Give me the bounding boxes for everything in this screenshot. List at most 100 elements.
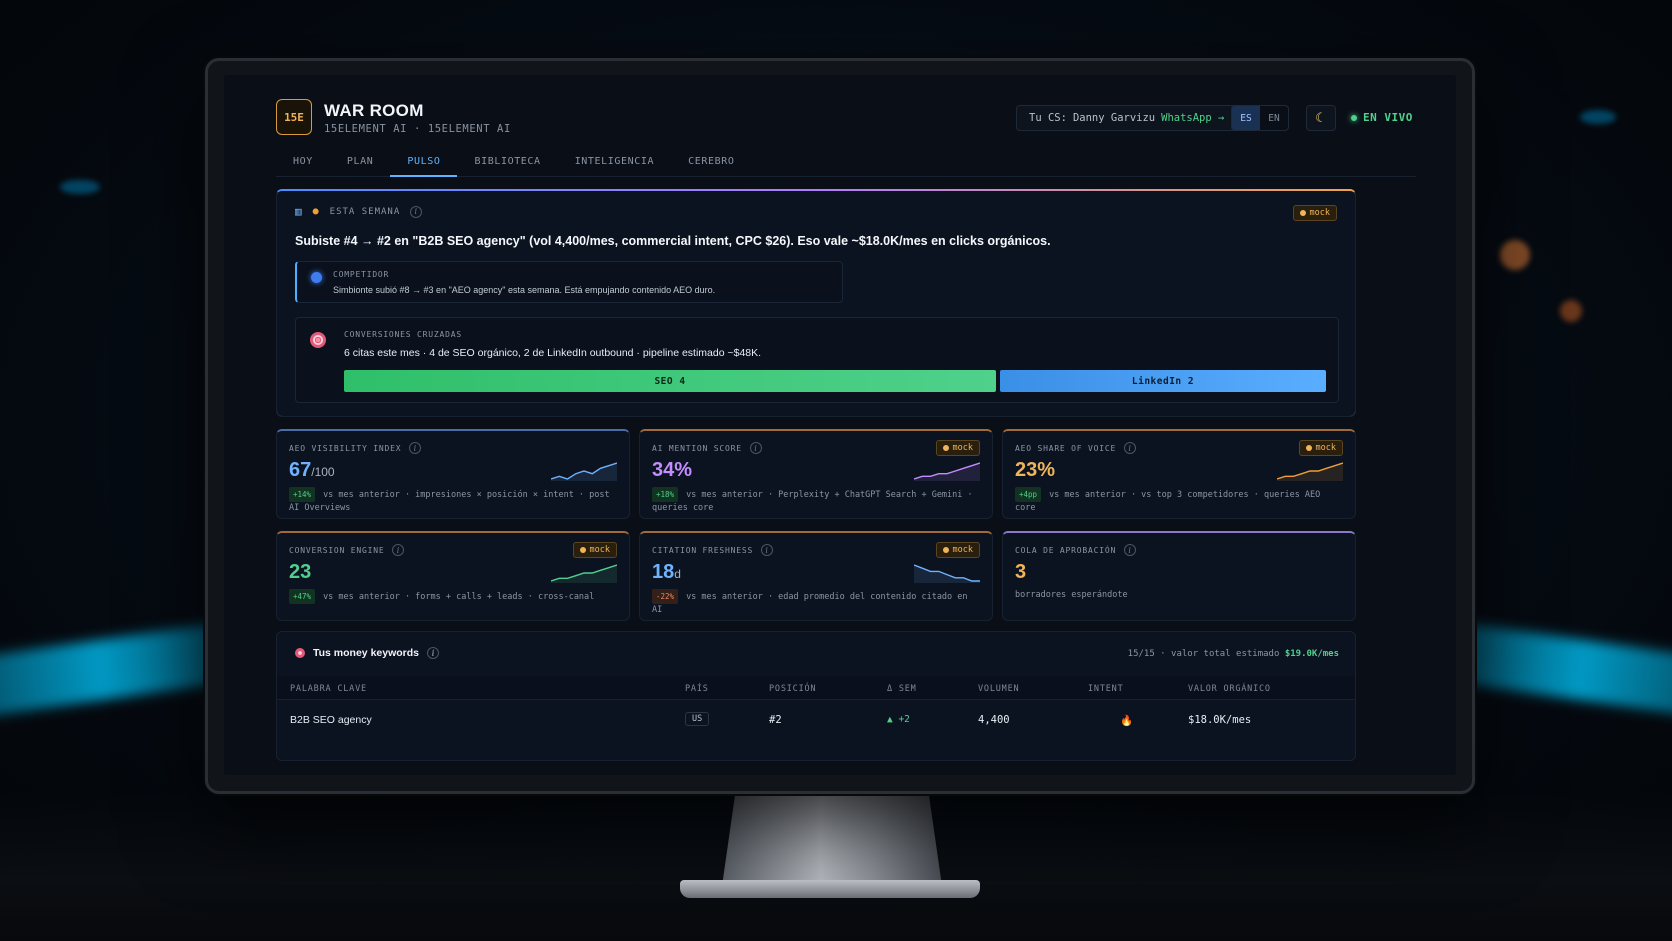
conversions-text: 6 citas este mes · 4 de SEO orgánico, 2 … [344, 347, 762, 359]
theme-toggle-button[interactable]: ☾ [1306, 105, 1336, 131]
keywords-summary-value: $19.0K/mes [1284, 649, 1339, 659]
live-dot-icon [1351, 114, 1357, 121]
metric-card[interactable]: CONVERSION ENGINE i mock 23 +47% vs mes anter… [276, 531, 630, 621]
volume-cell: 4,400 [978, 714, 1010, 726]
sparkline [914, 564, 980, 583]
metric-number: 18 [652, 561, 675, 583]
col-volume[interactable]: VOLUMEN [978, 684, 1019, 694]
info-icon[interactable]: i [1124, 544, 1137, 556]
info-icon[interactable]: i [1124, 442, 1137, 454]
metric-title: AEO SHARE OF VOICE [1015, 443, 1117, 453]
col-country[interactable]: PAÍS [685, 684, 709, 694]
tab-cerebro[interactable]: CEREBRO [671, 153, 751, 177]
metric-value: 3 [1015, 561, 1026, 584]
metric-unit: /100 [311, 465, 335, 479]
info-icon[interactable]: i [409, 442, 422, 454]
competitor-label: COMPETIDOR [333, 270, 390, 279]
cs-name: Danny Garvizu [1072, 112, 1156, 124]
tab-pulso[interactable]: PULSO [390, 153, 458, 177]
info-icon[interactable]: i [410, 205, 423, 218]
whatsapp-link[interactable]: WhatsApp → [1161, 112, 1224, 124]
tab-hoy[interactable]: HOY [276, 153, 330, 177]
col-intent[interactable]: INTENT [1088, 684, 1124, 694]
mock-dot-icon [1299, 210, 1306, 216]
keywords-summary-prefix: 15/15 · valor total estimado [1127, 649, 1280, 659]
keywords-title: Tus money keywords [313, 647, 420, 659]
keywords-summary: 15/15 · valor total estimado $19.0K/mes [1128, 649, 1339, 659]
value-cell: $18.0K/mes [1188, 714, 1252, 726]
metric-unit: d [674, 567, 681, 581]
col-keyword[interactable]: PALABRA CLAVE [290, 684, 367, 694]
app-header: 15E WAR ROOM 15ELEMENT AI · 15ELEMENT AI… [276, 99, 1416, 149]
keywords-table-header: PALABRA CLAVE PAÍS POSICIÓN Δ SEM VOLUME… [277, 676, 1355, 700]
metric-description: +4pp vs mes anterior · vs top 3 competido… [1015, 487, 1343, 515]
weekly-header: ▥ ● ESTA SEMANA i [295, 205, 423, 218]
country-chip: US [685, 712, 710, 726]
info-icon[interactable]: i [749, 442, 762, 454]
metric-card[interactable]: CITATION FRESHNESS i mock 18d -22% vs mes ant… [639, 531, 993, 621]
metric-number: 67 [289, 459, 312, 481]
cs-contact-pill[interactable]: Tu CS: Danny Garvizu WhatsApp → [1016, 105, 1238, 131]
mock-badge: mock [935, 542, 980, 558]
monitor: 15E WAR ROOM 15ELEMENT AI · 15ELEMENT AI… [205, 58, 1475, 794]
mock-label: mock [1309, 208, 1330, 218]
chart-icon: ▥ [295, 205, 303, 218]
backdrop-bokeh [1580, 110, 1616, 124]
mock-dot-icon [579, 547, 586, 553]
mock-badge: mock [1298, 440, 1343, 456]
nav-tabs: HOY PLAN PULSO BIBLIOTECA INTELIGENCIA C… [276, 153, 1416, 177]
col-delta[interactable]: Δ SEM [887, 684, 917, 694]
target-icon [295, 648, 305, 658]
metric-description-text: vs mes anterior · vs top 3 competidores … [1015, 490, 1321, 513]
tab-inteligencia[interactable]: INTELIGENCIA [558, 153, 671, 177]
mock-dot-icon [942, 547, 949, 553]
language-toggle: ES EN [1231, 105, 1289, 131]
metric-card[interactable]: COLA DE APROBACIÓN i 3 borradores esperándo… [1002, 531, 1356, 621]
metric-number: 3 [1015, 561, 1027, 583]
metric-number: 34% [652, 459, 693, 481]
screen: 15E WAR ROOM 15ELEMENT AI · 15ELEMENT AI… [224, 75, 1456, 775]
keywords-title-row: Tus money keywords i [295, 647, 440, 659]
metric-title: AI MENTION SCORE [652, 443, 742, 453]
metric-title-row: CITATION FRESHNESS i [652, 544, 774, 556]
metric-title-row: AI MENTION SCORE i [652, 442, 762, 454]
monitor-base [680, 880, 980, 898]
monitor-stand [722, 794, 942, 886]
metric-title: AEO VISIBILITY INDEX [289, 443, 402, 453]
metric-description-text: vs mes anterior · Perplexity + ChatGPT S… [652, 490, 973, 513]
competitor-dot-icon [311, 272, 322, 283]
metric-title: CITATION FRESHNESS [652, 545, 754, 555]
info-icon[interactable]: i [427, 647, 440, 659]
lang-es-button[interactable]: ES [1232, 106, 1260, 130]
metric-description-text: vs mes anterior · forms + calls + leads … [323, 592, 595, 602]
info-icon[interactable]: i [761, 544, 774, 556]
weekly-label: ESTA SEMANA [329, 206, 401, 217]
metric-card[interactable]: AI MENTION SCORE i mock 34% +18% vs mes anter… [639, 429, 993, 519]
col-position[interactable]: POSICIÓN [769, 684, 816, 694]
live-indicator: EN VIVO [1351, 111, 1413, 124]
delta-cell: ▲ +2 [887, 714, 910, 725]
metric-delta-badge: +47% [289, 589, 316, 604]
metric-value: 34% [652, 459, 692, 482]
metric-number: 23 [289, 561, 312, 583]
tab-plan[interactable]: PLAN [330, 153, 390, 177]
metric-description: +47% vs mes anterior · forms + calls + le… [289, 589, 617, 604]
metric-card[interactable]: AEO VISIBILITY INDEX i 67/100 +14% vs mes an… [276, 429, 630, 519]
tab-biblioteca[interactable]: BIBLIOTECA [457, 153, 557, 177]
metric-value: 18d [652, 561, 681, 584]
metric-card[interactable]: AEO SHARE OF VOICE i mock 23% +4pp vs mes ant… [1002, 429, 1356, 519]
weekly-summary-panel: ▥ ● ESTA SEMANA i mock Subiste #4 → #2 e… [276, 189, 1356, 417]
metric-title-row: CONVERSION ENGINE i [289, 544, 405, 556]
mock-dot-icon [1305, 445, 1312, 451]
info-icon[interactable]: i [392, 544, 405, 556]
table-row[interactable]: B2B SEO agency US #2 ▲ +2 4,400 🔥 $18.0K… [277, 704, 1355, 736]
col-value[interactable]: VALOR ORGÁNICO [1188, 684, 1271, 694]
mock-label: mock [589, 545, 610, 555]
sparkline [1277, 462, 1343, 481]
app-logo: 15E [276, 99, 312, 135]
money-keywords-panel: Tus money keywords i 15/15 · valor total… [276, 631, 1356, 761]
metric-title-row: COLA DE APROBACIÓN i [1015, 544, 1137, 556]
sparkline [551, 564, 617, 583]
live-label: EN VIVO [1363, 111, 1413, 124]
lang-en-button[interactable]: EN [1260, 106, 1288, 130]
